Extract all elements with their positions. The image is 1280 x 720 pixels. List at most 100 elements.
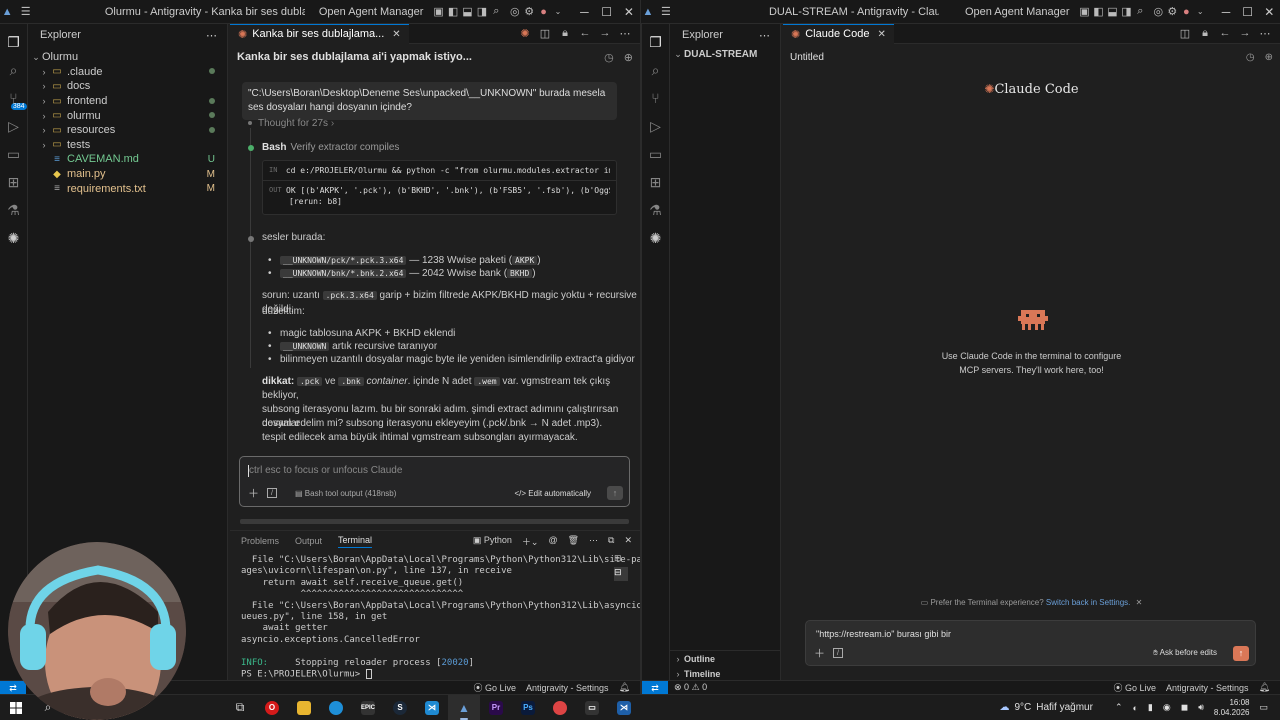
epic-games-icon[interactable]: EPIC <box>352 695 384 720</box>
tray-icon[interactable]: ▮ <box>1148 702 1153 713</box>
tree-item[interactable]: › ▭ olurmu <box>28 108 227 123</box>
back-arrow-icon[interactable]: ← <box>576 27 594 40</box>
bell-icon[interactable]: 🔔︎ <box>1259 682 1270 693</box>
open-agent-manager-button[interactable]: Open Agent Manager <box>311 6 432 18</box>
edit-mode-toggle[interactable]: </> Edit automatically <box>515 489 592 498</box>
tree-item[interactable]: › ▭ tests <box>28 138 227 153</box>
chevron-down-icon[interactable]: ⌄ <box>551 1 565 23</box>
forward-arrow-icon[interactable]: → <box>596 27 614 40</box>
minimize-button[interactable]: ─ <box>573 5 595 19</box>
tab-problems[interactable]: Problems <box>241 536 279 546</box>
more-actions-icon[interactable]: ⋯ <box>759 29 770 42</box>
new-chat-icon[interactable]: ⊕ <box>1265 52 1273 63</box>
close-icon[interactable]: ✕ <box>392 29 400 40</box>
copilot-icon[interactable]: @ <box>548 535 557 548</box>
go-live-button[interactable]: ⦿ Go Live <box>1113 681 1156 694</box>
opera-icon[interactable]: O <box>256 695 288 720</box>
terminal-output[interactable]: File "C:\Users\Boran\AppData\Local\Progr… <box>241 555 653 681</box>
claude-icon[interactable]: ✺ <box>516 27 534 40</box>
more-actions-icon[interactable]: ⋯ <box>589 535 598 548</box>
sidebar-toggle-icon[interactable]: ◧ <box>1091 1 1105 23</box>
menu-icon[interactable]: ☰ <box>18 1 32 23</box>
tray-icon[interactable]: ◐ <box>1132 703 1137 713</box>
lock-icon[interactable]: 🔒︎ <box>1196 27 1214 40</box>
split-editor-icon[interactable]: ◫ <box>536 27 554 40</box>
tray-chevron-icon[interactable]: ⌃ <box>1115 702 1123 713</box>
weather-widget[interactable]: ☁ 9°C Hafif yağmur <box>999 702 1092 713</box>
tree-item[interactable]: › ▭ .claude <box>28 65 227 80</box>
panel-toggle-icon[interactable]: ⬓ <box>1105 1 1119 23</box>
steam-icon[interactable]: S <box>384 695 416 720</box>
explorer-icon[interactable]: ❐ <box>642 28 670 56</box>
start-button[interactable] <box>0 695 32 720</box>
close-icon[interactable]: ✕ <box>624 535 632 548</box>
terminal-icon[interactable]: ⊟ <box>614 553 628 567</box>
lock-icon[interactable]: 🔒︎ <box>556 27 574 40</box>
avatar[interactable]: ● <box>1179 1 1193 23</box>
task-view-icon[interactable]: ⧉ <box>224 695 256 720</box>
settings-gear-icon[interactable]: ⚙ <box>1165 1 1179 23</box>
maximize-button[interactable]: ☐ <box>596 5 618 19</box>
bell-icon[interactable]: 🔔︎ <box>619 682 630 693</box>
close-icon[interactable]: ✕ <box>877 29 885 40</box>
antigravity-icon[interactable]: ▲ <box>448 694 480 720</box>
edge-icon[interactable] <box>320 695 352 720</box>
claude-code-input[interactable]: "https://restream.io" burası gibi bir ＋ … <box>805 620 1256 666</box>
back-arrow-icon[interactable]: ← <box>1216 27 1234 40</box>
source-control-icon[interactable]: ⑂ 384 <box>0 84 28 112</box>
attachment-chip[interactable]: ▤ Bash tool output (418nsb) <box>295 489 396 498</box>
testing-icon[interactable]: ⚗ <box>0 196 28 224</box>
tree-item[interactable]: ≡ CAVEMAN.md U <box>28 152 227 167</box>
terminal-icon[interactable]: ⊟ <box>614 567 628 581</box>
settings-gear-icon[interactable]: ⚙ <box>522 1 536 23</box>
mode-toggle[interactable]: ✋︎ Ask before edits <box>1153 648 1217 658</box>
premiere-icon[interactable]: Pr <box>480 695 512 720</box>
secondary-sidebar-icon[interactable]: ◨ <box>1119 1 1133 23</box>
root-folder[interactable]: ⌄ DUAL-STREAM <box>670 47 780 62</box>
switch-back-link[interactable]: Switch back in Settings. <box>1046 598 1130 607</box>
chrome-icon[interactable] <box>544 695 576 720</box>
trash-icon[interactable]: 🗑︎ <box>568 535 579 548</box>
history-icon[interactable]: ◷ <box>1246 52 1255 63</box>
avatar[interactable]: ● <box>536 1 550 23</box>
terminal-shell-selector[interactable]: ▣ Python <box>473 535 512 548</box>
tray-icon[interactable]: ◼ <box>1181 702 1188 713</box>
send-button[interactable]: ↑ <box>1233 645 1249 661</box>
open-agent-manager-button[interactable]: Open Agent Manager <box>957 6 1078 18</box>
search-icon[interactable]: ⌕ <box>0 56 28 84</box>
accounts-icon[interactable]: ◎ <box>508 1 522 23</box>
photoshop-icon[interactable]: Ps <box>512 695 544 720</box>
tree-item[interactable]: ≡ requirements.txt M <box>28 181 227 196</box>
remote-icon[interactable]: ⇄ <box>0 680 26 695</box>
app-icon[interactable]: ⋊ <box>608 695 640 720</box>
settings-status[interactable]: Antigravity - Settings <box>1166 683 1249 693</box>
minimize-button[interactable]: ─ <box>1215 5 1237 19</box>
notifications-icon[interactable]: ▭ <box>1259 702 1268 713</box>
run-debug-icon[interactable]: ▷ <box>642 112 670 140</box>
split-editor-icon[interactable]: ◫ <box>1176 27 1194 40</box>
slash-command-icon[interactable]: / <box>267 488 277 498</box>
chat-input-box[interactable]: ctrl esc to focus or unfocus Claude ＋ / … <box>239 456 630 507</box>
layout-icon[interactable]: ▣ <box>1078 1 1092 23</box>
close-button[interactable]: ✕ <box>618 5 640 19</box>
outline-section[interactable]: › Outline <box>670 652 780 667</box>
claude-icon[interactable]: ✺ <box>642 224 670 252</box>
secondary-sidebar-icon[interactable]: ◨ <box>475 1 489 23</box>
tree-item[interactable]: › ▭ frontend <box>28 94 227 109</box>
add-icon[interactable]: ＋ <box>814 645 825 661</box>
tab-claude-code[interactable]: ✺ Claude Code ✕ <box>783 23 894 44</box>
close-button[interactable]: ✕ <box>1258 5 1280 19</box>
search-icon[interactable]: ⌕ <box>1133 1 1147 23</box>
go-live-button[interactable]: ⦿ Go Live <box>473 681 516 694</box>
tree-item[interactable]: › ▭ resources <box>28 123 227 138</box>
tab-chat[interactable]: ✺ Kanka bir ses dublajlama... ✕ <box>230 23 409 44</box>
settings-status[interactable]: Antigravity - Settings <box>526 683 609 693</box>
vscode-icon[interactable]: ⋊ <box>416 695 448 720</box>
slash-command-icon[interactable]: / <box>833 648 843 658</box>
maximize-button[interactable]: ☐ <box>1237 5 1259 19</box>
tree-item[interactable]: ◆ main.py M <box>28 167 227 182</box>
remote-explorer-icon[interactable]: ▭ <box>642 140 670 168</box>
remote-icon[interactable]: ⇄ <box>642 680 668 695</box>
add-icon[interactable]: ＋ <box>248 485 259 501</box>
extensions-icon[interactable]: ⊞ <box>642 168 670 196</box>
